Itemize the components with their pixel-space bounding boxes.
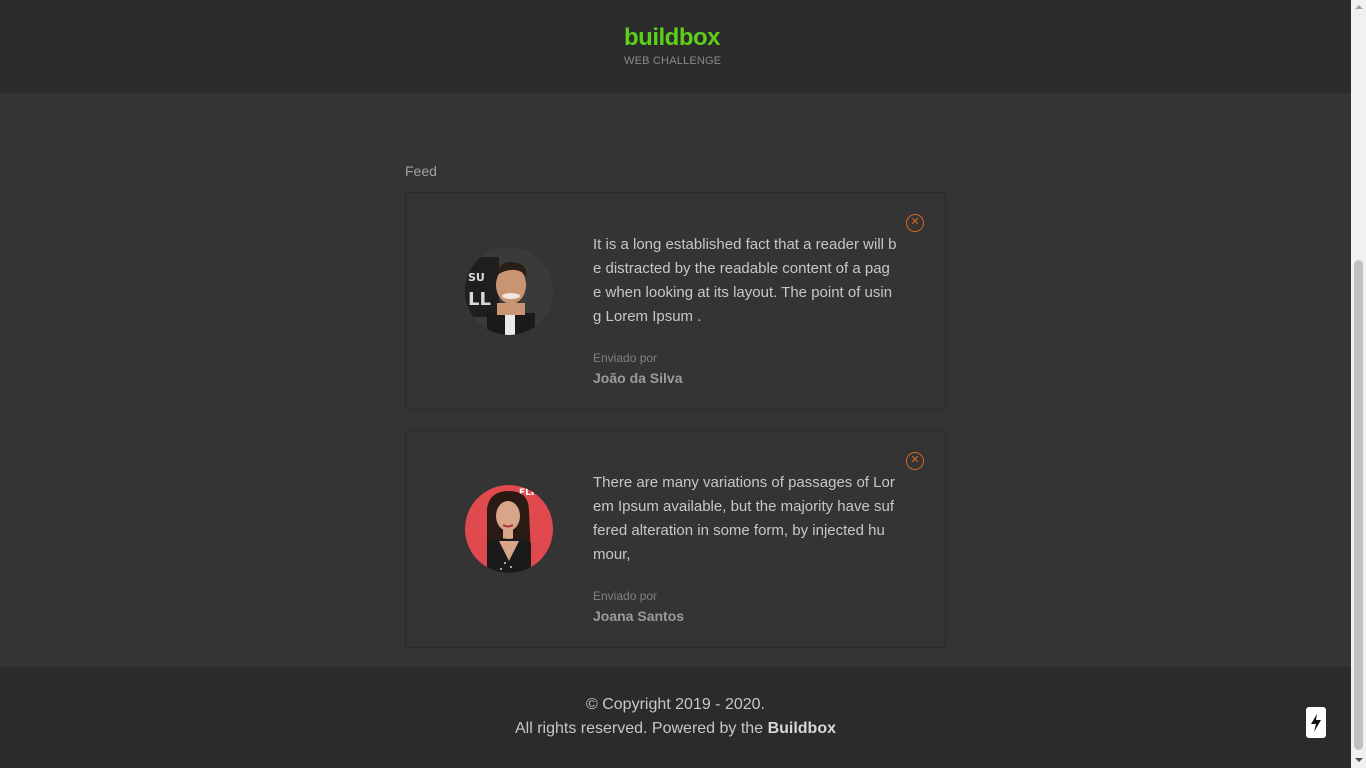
feed-card: SU LL ✕ It is a long established fact th… — [405, 192, 946, 410]
avatar: SU LL — [465, 247, 553, 335]
post-author: Joana Santos — [593, 608, 685, 624]
post-message: There are many variations of passages of… — [593, 474, 895, 563]
header: buildbox WEB CHALLENGE — [0, 0, 1351, 93]
main-content: Feed SU LL ✕ It is a long established fa… — [0, 93, 1351, 667]
feed-card: FLI ✕ There are many variations of passa… — [405, 430, 946, 648]
avatar: FLI — [465, 485, 553, 573]
brand-logo[interactable]: buildbox WEB CHALLENGE — [624, 24, 721, 67]
svg-text:SU: SU — [468, 271, 485, 284]
feed-title: Feed — [405, 163, 437, 179]
sent-by-label: Enviado por — [593, 589, 658, 603]
close-icon[interactable]: ✕ — [906, 452, 924, 470]
page: buildbox WEB CHALLENGE Feed SU LL ✕ It i… — [0, 0, 1366, 768]
rights-text: All rights reserved. Powered by the Buil… — [0, 720, 1351, 738]
copyright-text: © Copyright 2019 - 2020. — [585, 696, 765, 713]
post-message: It is a long established fact that a rea… — [593, 236, 897, 325]
scroll-thumb[interactable] — [1354, 260, 1363, 750]
powered-by-brand: Buildbox — [767, 720, 836, 737]
scroll-down-icon[interactable] — [1355, 758, 1363, 762]
svg-text:LL: LL — [468, 289, 491, 310]
bolt-glyph — [1311, 714, 1321, 732]
scroll-up-icon[interactable] — [1355, 5, 1363, 9]
close-icon[interactable]: ✕ — [906, 214, 924, 232]
powered-by-text: All rights reserved. Powered by the — [514, 720, 764, 737]
footer: © Copyright 2019 - 2020. All rights rese… — [0, 667, 1351, 768]
post-author: João da Silva — [593, 370, 683, 386]
vertical-scrollbar[interactable] — [1351, 0, 1366, 768]
sent-by-label: Enviado por — [593, 351, 658, 365]
man-portrait-avatar-icon: SU LL — [465, 247, 553, 335]
brand-subtitle: WEB CHALLENGE — [624, 55, 722, 67]
woman-portrait-avatar-icon: FLI — [465, 485, 553, 573]
brand-name: buildbox — [624, 24, 720, 51]
lightning-bolt-icon[interactable] — [1306, 707, 1326, 738]
